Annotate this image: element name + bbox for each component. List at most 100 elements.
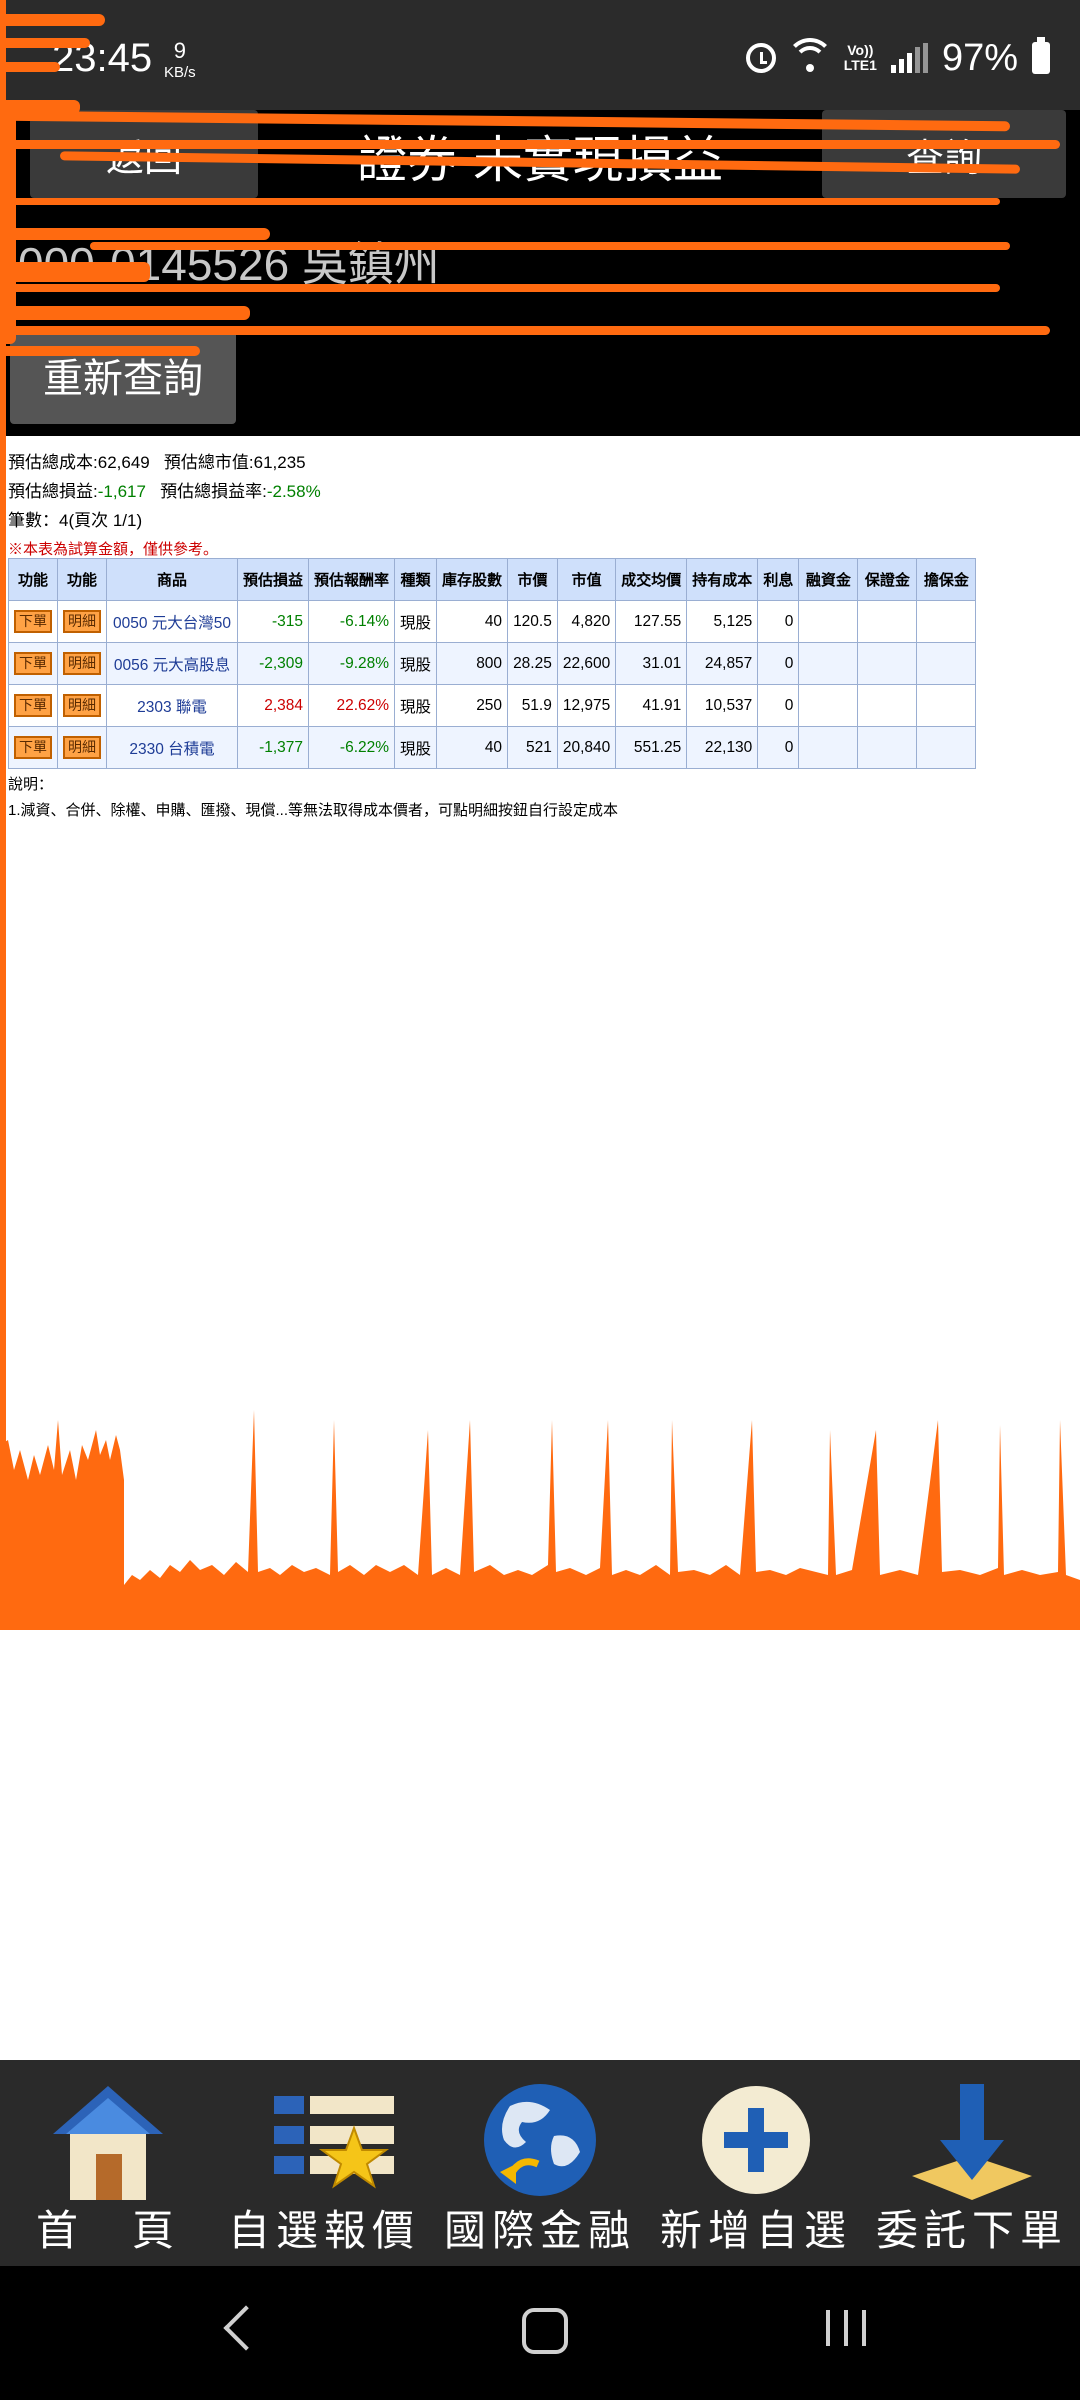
col-header: 功能 bbox=[8, 558, 58, 601]
detail-button[interactable]: 明細 bbox=[63, 610, 101, 633]
col-header: 保證金 bbox=[857, 558, 918, 601]
cost-cell: 5,125 bbox=[686, 600, 759, 643]
col-header: 功能 bbox=[57, 558, 107, 601]
cost-cell: 10,537 bbox=[686, 684, 759, 727]
toolbar-order[interactable]: 委託下單 bbox=[864, 2060, 1080, 2266]
table-header-row: 功能 功能 商品 預估損益 預估報酬率 種類 庫存股數 市價 市值 成交均價 持… bbox=[8, 558, 977, 601]
record-count: 筆數：4(頁次 1/1) bbox=[8, 511, 143, 530]
redaction-scribble bbox=[0, 326, 1050, 335]
order-button[interactable]: 下單 bbox=[14, 610, 52, 633]
table-row: 下單 明細 0050 元大台灣50 -315 -6.14% 現股 40 120.… bbox=[8, 600, 977, 643]
type-cell: 現股 bbox=[394, 600, 438, 643]
redaction-scribble-area bbox=[0, 1410, 1080, 1630]
collateral-cell bbox=[916, 726, 977, 769]
rate-cell: -9.28% bbox=[308, 642, 396, 685]
toolbar-home-label: 首 頁 bbox=[35, 2206, 180, 2255]
avg-cell: 127.55 bbox=[615, 600, 688, 643]
redaction-scribble bbox=[0, 306, 250, 320]
download-arrow-icon bbox=[902, 2076, 1042, 2206]
product-cell: 0050 元大台灣50 bbox=[106, 600, 238, 643]
redaction-scribble bbox=[90, 242, 1010, 250]
price-cell: 521 bbox=[507, 726, 558, 769]
volte-icon: Vo)) LTE1 bbox=[844, 43, 877, 73]
house-icon bbox=[38, 2076, 178, 2206]
collateral-cell bbox=[916, 600, 977, 643]
redaction-scribble bbox=[0, 62, 60, 72]
order-button[interactable]: 下單 bbox=[14, 652, 52, 675]
col-header: 庫存股數 bbox=[436, 558, 509, 601]
nav-recent-apps-icon[interactable] bbox=[826, 2310, 868, 2346]
redaction-scribble bbox=[0, 284, 1000, 292]
collateral-cell bbox=[916, 642, 977, 685]
table-row: 下單 明細 0056 元大高股息 -2,309 -9.28% 現股 800 28… bbox=[8, 642, 977, 685]
redaction-scribble bbox=[0, 228, 270, 240]
globe-icon bbox=[470, 2076, 610, 2206]
col-header: 預估報酬率 bbox=[308, 558, 396, 601]
value-cell: 20,840 bbox=[556, 726, 617, 769]
network-speed-value: 9 bbox=[173, 38, 186, 63]
total-pl-value: -1,617 bbox=[97, 482, 146, 501]
total-market-value: 61,235 bbox=[253, 453, 306, 472]
total-market-label: 預估總市值: bbox=[163, 453, 254, 472]
toolbar-add-watch-label: 新增自選 bbox=[659, 2206, 852, 2255]
nav-back-icon[interactable] bbox=[223, 2305, 269, 2351]
explanation-line: 1.減資、合併、除權、申購、匯撥、現償...等無法取得成本價者，可點明細按鈕自行… bbox=[8, 802, 619, 819]
total-cost-label: 預估總成本: bbox=[8, 453, 98, 472]
summary-line-1: 預估總成本:62,649 預估總市值:61,235 bbox=[8, 448, 321, 477]
cost-cell: 22,130 bbox=[686, 726, 759, 769]
deposit-cell bbox=[857, 642, 918, 685]
col-header: 商品 bbox=[106, 558, 238, 601]
price-cell: 28.25 bbox=[507, 642, 558, 685]
rate-cell: -6.22% bbox=[308, 726, 396, 769]
toolbar-international[interactable]: 國際金融 bbox=[432, 2060, 648, 2266]
status-bar: 23:45 9 KB/s Vo)) LTE1 97% bbox=[0, 0, 1080, 110]
summary-block: 預估總成本:62,649 預估總市值:61,235 預估總損益:-1,617 預… bbox=[8, 448, 321, 564]
status-icons: Vo)) LTE1 97% bbox=[745, 34, 1050, 82]
detail-button[interactable]: 明細 bbox=[63, 652, 101, 675]
redaction-scribble bbox=[0, 262, 150, 282]
total-rate-label: 預估總損益率: bbox=[160, 482, 267, 501]
interest-cell: 0 bbox=[757, 600, 800, 643]
collateral-cell bbox=[916, 684, 977, 727]
network-speed-unit: KB/s bbox=[164, 64, 196, 81]
volte-bottom: LTE1 bbox=[843, 57, 877, 73]
col-header: 市價 bbox=[507, 558, 558, 601]
order-button[interactable]: 下單 bbox=[14, 736, 52, 759]
table-row: 下單 明細 2303 聯電 2,384 22.62% 現股 250 51.9 1… bbox=[8, 684, 977, 727]
col-header: 持有成本 bbox=[686, 558, 759, 601]
holdings-table: 功能 功能 商品 預估損益 預估報酬率 種類 庫存股數 市價 市值 成交均價 持… bbox=[8, 558, 977, 769]
battery-icon bbox=[1032, 37, 1050, 74]
requery-button[interactable]: 重新查詢 bbox=[10, 326, 236, 424]
deposit-cell bbox=[857, 600, 918, 643]
toolbar-add-watch[interactable]: 新增自選 bbox=[648, 2060, 864, 2266]
explanation-title: 說明： bbox=[8, 776, 54, 793]
toolbar-watchlist[interactable]: 自選報價 bbox=[216, 2060, 432, 2266]
redaction-scribble bbox=[0, 346, 200, 356]
price-cell: 51.9 bbox=[507, 684, 558, 727]
pl-cell: 2,384 bbox=[236, 684, 310, 727]
volte-top: Vo)) bbox=[847, 42, 874, 58]
col-header: 市值 bbox=[556, 558, 617, 601]
margin-cell bbox=[798, 684, 859, 727]
product-cell: 2330 台積電 bbox=[106, 726, 238, 769]
system-nav-bar bbox=[0, 2266, 1080, 2400]
col-header: 融資金 bbox=[798, 558, 859, 601]
summary-line-2: 預估總損益:-1,617 預估總損益率:-2.58% bbox=[8, 477, 321, 506]
shares-cell: 800 bbox=[436, 642, 509, 685]
alarm-icon bbox=[745, 43, 776, 73]
redaction-scribble bbox=[0, 14, 105, 26]
margin-cell bbox=[798, 642, 859, 685]
network-speed: 9 KB/s bbox=[164, 40, 196, 84]
wifi-icon bbox=[785, 38, 834, 74]
interest-cell: 0 bbox=[757, 642, 800, 685]
detail-button[interactable]: 明細 bbox=[63, 694, 101, 717]
shares-cell: 250 bbox=[436, 684, 509, 727]
deposit-cell bbox=[857, 726, 918, 769]
deposit-cell bbox=[857, 684, 918, 727]
toolbar-home[interactable]: 首 頁 bbox=[0, 2060, 216, 2266]
bottom-toolbar: 首 頁 自選報價 國際金融 新增自選 委託下單 bbox=[0, 2060, 1080, 2266]
order-button[interactable]: 下單 bbox=[14, 694, 52, 717]
table-row: 下單 明細 2330 台積電 -1,377 -6.22% 現股 40 521 2… bbox=[8, 726, 977, 769]
nav-home-icon[interactable] bbox=[522, 2308, 568, 2354]
detail-button[interactable]: 明細 bbox=[63, 736, 101, 759]
